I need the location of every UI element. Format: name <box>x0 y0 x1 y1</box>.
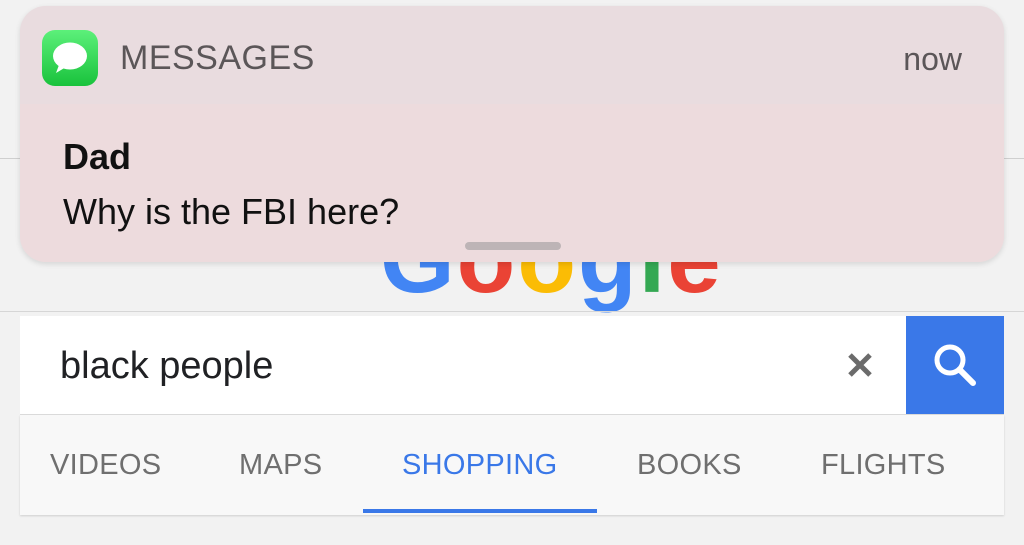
tab-books[interactable]: BOOKS <box>637 449 742 482</box>
search-tabs: VIDEOS MAPS SHOPPING BOOKS FLIGHTS <box>20 415 1004 515</box>
search-bar <box>20 316 1004 415</box>
tab-maps[interactable]: MAPS <box>239 449 322 482</box>
browser-page: Google MESSAGES now Dad Why is the FBI h… <box>0 0 1024 545</box>
messages-icon <box>42 30 98 86</box>
tab-videos[interactable]: VIDEOS <box>50 449 161 482</box>
search-button[interactable] <box>906 316 1004 414</box>
notification-body <box>20 104 1004 262</box>
tab-flights[interactable]: FLIGHTS <box>821 449 946 482</box>
search-icon <box>934 344 976 386</box>
close-icon <box>848 353 872 377</box>
tab-shopping[interactable]: SHOPPING <box>402 449 558 482</box>
divider <box>0 311 1024 312</box>
notification-app-name: MESSAGES <box>120 39 315 77</box>
message-notification[interactable]: MESSAGES now Dad Why is the FBI here? <box>20 6 1004 262</box>
active-tab-indicator <box>363 509 597 513</box>
notification-time: now <box>903 41 962 77</box>
notification-grabber-handle[interactable] <box>465 242 561 250</box>
notification-sender: Dad <box>63 136 132 177</box>
clear-search-button[interactable] <box>838 342 882 388</box>
search-input[interactable] <box>60 344 820 388</box>
notification-message: Why is the FBI here? <box>63 191 400 232</box>
